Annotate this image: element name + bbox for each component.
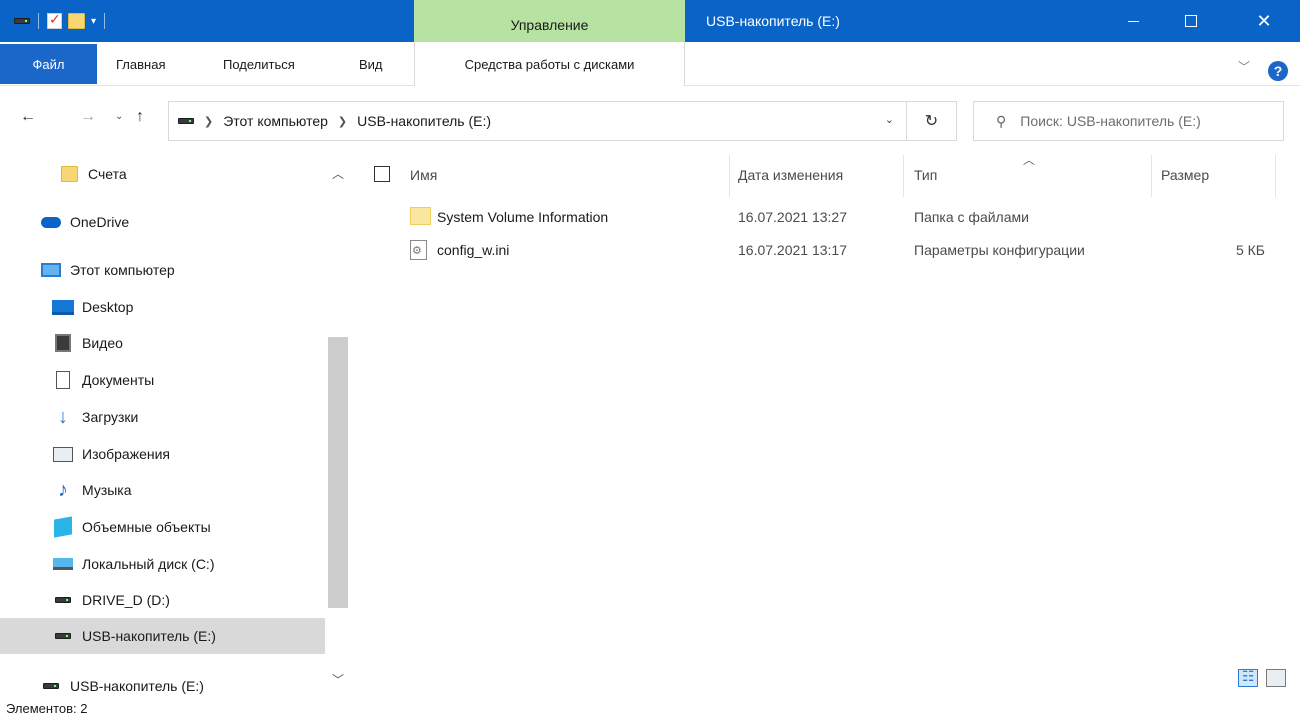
column-size[interactable]: Размер — [1161, 167, 1209, 183]
search-placeholder: Поиск: USB-накопитель (E:) — [1020, 113, 1201, 129]
drive-icon — [52, 591, 74, 609]
chevron-right-icon[interactable]: ❯ — [204, 115, 213, 128]
expand-ribbon-icon[interactable]: ﹀ — [1238, 58, 1250, 75]
drive-icon — [14, 18, 30, 24]
select-all-checkbox[interactable] — [374, 166, 390, 182]
status-bar: Элементов: 2 — [0, 697, 1300, 722]
back-arrow-icon[interactable]: ← — [20, 108, 36, 126]
nav-item-desktop[interactable]: Desktop — [0, 289, 325, 325]
nav-item-music[interactable]: ♪ Музыка — [0, 472, 325, 508]
file-size: 5 КБ — [1235, 242, 1265, 258]
nav-item-pictures[interactable]: Изображения — [0, 436, 325, 472]
local-disk-icon — [52, 555, 74, 573]
file-row[interactable]: System Volume Information 16.07.2021 13:… — [360, 203, 1300, 233]
nav-item-this-pc[interactable]: Этот компьютер — [0, 252, 325, 288]
tab-share[interactable]: Поделиться — [223, 42, 295, 86]
breadcrumb-usb-drive[interactable]: USB-накопитель (E:) — [357, 113, 491, 129]
refresh-icon: ↻ — [924, 113, 939, 130]
maximize-icon — [1185, 15, 1197, 27]
3d-objects-icon — [52, 516, 74, 538]
help-icon[interactable]: ? — [1268, 61, 1288, 81]
new-folder-icon[interactable] — [68, 13, 85, 29]
maximize-button[interactable] — [1167, 0, 1215, 42]
nav-item-downloads[interactable]: ↓ Загрузки — [0, 399, 325, 435]
column-date-modified[interactable]: Дата изменения — [738, 167, 843, 183]
nav-item-onedrive[interactable]: OneDrive — [0, 204, 325, 240]
downloads-icon: ↓ — [58, 405, 68, 428]
tab-drive-tools[interactable]: Средства работы с дисками — [414, 42, 685, 86]
tab-home[interactable]: Главная — [116, 42, 165, 86]
chevron-down-icon[interactable]: ⌄ — [885, 113, 894, 126]
tab-view[interactable]: Вид — [359, 42, 383, 86]
details-view-icon[interactable] — [1238, 668, 1258, 687]
computer-icon — [40, 261, 62, 279]
properties-icon[interactable] — [47, 11, 62, 29]
column-divider[interactable] — [903, 155, 904, 197]
usb-drive-icon — [52, 627, 74, 645]
scroll-down-icon[interactable]: ﹀ — [332, 671, 344, 688]
breadcrumb-this-pc[interactable]: Этот компьютер — [223, 113, 328, 129]
column-name[interactable]: Имя — [410, 167, 437, 183]
recent-locations-icon[interactable]: ⌄ — [115, 111, 123, 122]
sort-ascending-icon: ︿ — [1023, 153, 1036, 167]
minimize-button[interactable] — [1109, 0, 1157, 42]
refresh-button[interactable]: ↻ — [907, 101, 957, 141]
chevron-right-icon[interactable]: ❯ — [338, 115, 347, 128]
close-button[interactable]: ✕ — [1240, 0, 1288, 42]
item-count: Элементов: 2 — [6, 701, 88, 716]
scrollbar-thumb[interactable] — [328, 337, 348, 608]
column-header: Имя Дата изменения Тип ︿ Размер — [360, 153, 1300, 197]
customize-toolbar-icon[interactable]: ▾ — [91, 16, 96, 27]
nav-item-usb-drive-e-root[interactable]: USB-накопитель (E:) — [0, 668, 325, 695]
search-box[interactable]: ⚲ Поиск: USB-накопитель (E:) — [973, 101, 1284, 141]
drive-icon — [178, 118, 194, 124]
nav-item-drive-d[interactable]: DRIVE_D (D:) — [0, 582, 325, 618]
video-icon — [52, 334, 74, 352]
up-arrow-icon[interactable]: ↑ — [136, 108, 144, 126]
nav-item-local-disk-c[interactable]: Локальный диск (C:) — [0, 546, 325, 582]
forward-arrow-icon[interactable]: → — [80, 108, 96, 126]
column-divider[interactable] — [729, 155, 730, 197]
music-icon: ♪ — [58, 478, 68, 501]
navigation-pane: Счета OneDrive Этот компьютер Desktop Ви… — [0, 148, 352, 695]
documents-icon — [52, 371, 74, 389]
file-date: 16.07.2021 13:17 — [738, 242, 847, 258]
file-name: System Volume Information — [437, 209, 609, 225]
file-name: config_w.ini — [437, 242, 510, 258]
nav-item-accounts[interactable]: Счета — [0, 156, 325, 192]
folder-icon — [58, 165, 80, 183]
folder-icon — [410, 207, 431, 228]
usb-drive-icon — [40, 677, 62, 695]
toolbar-separator — [38, 13, 39, 29]
nav-item-usb-drive-e[interactable]: USB-накопитель (E:) — [0, 618, 325, 654]
tab-file[interactable]: Файл — [0, 44, 97, 84]
minimize-icon — [1127, 20, 1139, 22]
file-date: 16.07.2021 13:27 — [738, 209, 847, 225]
column-divider[interactable] — [1151, 155, 1152, 197]
onedrive-icon — [40, 213, 62, 231]
pictures-icon — [52, 445, 74, 463]
nav-item-videos[interactable]: Видео — [0, 325, 325, 361]
column-type[interactable]: Тип — [914, 167, 937, 183]
column-divider[interactable] — [1275, 155, 1276, 197]
file-type: Папка с файлами — [914, 209, 1029, 225]
toolbar-separator — [104, 13, 106, 29]
context-tab-group: Управление — [414, 0, 685, 42]
nav-item-documents[interactable]: Документы — [0, 362, 325, 398]
file-type: Параметры конфигурации — [914, 242, 1085, 258]
large-icons-view-icon[interactable] — [1266, 669, 1286, 687]
nav-item-3d-objects[interactable]: Объемные объекты — [0, 509, 325, 545]
quick-access-toolbar: ▾ — [14, 0, 107, 42]
address-bar[interactable]: ❯ Этот компьютер ❯ USB-накопитель (E:) ⌄ — [168, 101, 907, 141]
settings-file-icon — [410, 240, 427, 263]
desktop-icon — [52, 298, 74, 316]
window-title: USB-накопитель (E:) — [706, 13, 840, 29]
scroll-up-icon[interactable]: ︿ — [332, 165, 344, 182]
search-icon: ⚲ — [996, 112, 1007, 129]
file-row[interactable]: config_w.ini 16.07.2021 13:17 Параметры … — [360, 236, 1300, 266]
